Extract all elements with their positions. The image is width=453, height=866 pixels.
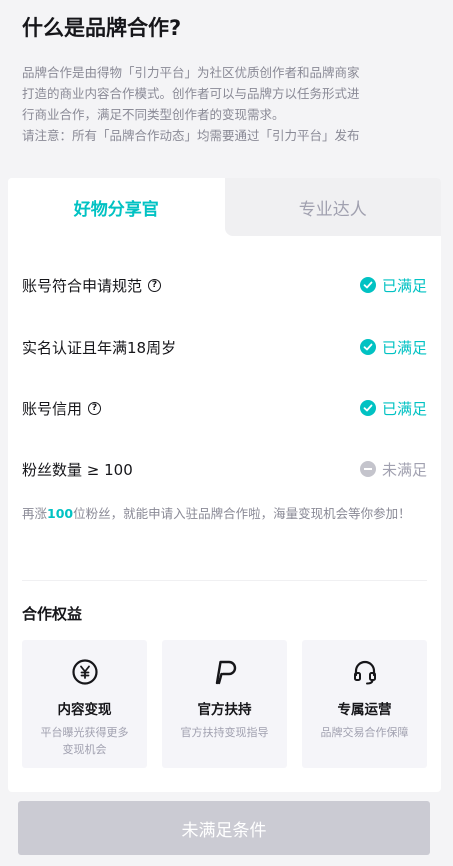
status-text: 已满足 (381, 399, 427, 418)
question-icon[interactable]: ? (88, 401, 102, 415)
check-circle-icon (359, 339, 376, 355)
requirement-fans-count: 粉丝数量 ≥ 100 未满足 (22, 455, 427, 483)
intro-text: 品牌合作是由得物「引力平台」为社区优质创作者和品牌商家 打造的商业内容合作模式。… (22, 62, 434, 146)
check-circle-icon (359, 400, 376, 416)
benefits-title: 合作权益 (22, 605, 83, 623)
status-text: 已满足 (381, 338, 427, 357)
requirement-label: 账号符合申请规范 (22, 276, 143, 295)
status-text: 未满足 (381, 460, 427, 479)
requirement-account-rules: 账号符合申请规范 ? 已满足 (22, 271, 427, 299)
benefits-list: 内容变现 平台曝光获得更多变现机会 官方扶持 官方扶持变现指导 专属运营 品牌交… (22, 640, 427, 768)
requirement-label: 粉丝数量 ≥ 100 (22, 460, 133, 479)
check-circle-icon (359, 277, 376, 293)
status-met: 已满足 (359, 337, 427, 358)
benefit-official-support: 官方扶持 官方扶持变现指导 (162, 640, 287, 768)
status-met: 已满足 (359, 398, 427, 419)
requirement-real-name: 实名认证且年满18周岁 已满足 (22, 333, 427, 361)
status-met: 已满足 (359, 275, 427, 296)
apply-button[interactable]: 未满足条件 (18, 801, 430, 855)
benefit-desc: 官方扶持变现指导 (180, 726, 269, 739)
divider (22, 580, 427, 581)
benefit-desc: 平台曝光获得更多变现机会 (40, 726, 129, 756)
minus-circle-icon (359, 461, 376, 477)
requirement-account-credit: 账号信用 ? 已满足 (22, 394, 427, 422)
cooperation-card: 好物分享官 专业达人 账号符合申请规范 ? 已满足 实名认证且年满18周岁 已满… (8, 178, 441, 792)
page-title: 什么是品牌合作? (22, 16, 182, 40)
tab-professional-creator[interactable]: 专业达人 (224, 178, 441, 236)
intro-line: 打造的商业内容合作模式。创作者可以与品牌方以任务形式进 (22, 86, 360, 101)
headset-icon (353, 660, 376, 685)
benefit-name: 专属运营 (337, 702, 392, 718)
benefit-name: 官方扶持 (197, 702, 252, 718)
benefit-content-monetization: 内容变现 平台曝光获得更多变现机会 (22, 640, 147, 768)
intro-line: 品牌合作是由得物「引力平台」为社区优质创作者和品牌商家 (22, 65, 360, 80)
tab-product-sharer[interactable]: 好物分享官 (8, 178, 225, 236)
requirement-label: 实名认证且年满18周岁 (22, 338, 177, 357)
intro-line: 行商业合作，满足不同类型创作者的变现需求。 (22, 107, 285, 122)
fans-tip: 再涨100位粉丝，就能申请入驻品牌合作啦，海量变现机会等你参加！ (22, 506, 411, 521)
tab-bar: 好物分享官 专业达人 (8, 178, 441, 236)
fans-needed-count: 100 (47, 506, 74, 521)
benefit-desc: 品牌交易合作保障 (320, 726, 409, 739)
status-unmet: 未满足 (359, 459, 427, 480)
yen-coin-icon (71, 659, 98, 685)
question-icon[interactable]: ? (148, 278, 162, 292)
status-text: 已满足 (381, 276, 427, 295)
benefit-name: 内容变现 (57, 702, 112, 718)
flag-p-icon (215, 660, 236, 685)
intro-line: 请注意：所有「品牌合作动态」均需要通过「引力平台」发布 (22, 128, 360, 143)
requirement-label: 账号信用 (22, 399, 83, 418)
benefit-dedicated-operation: 专属运营 品牌交易合作保障 (302, 640, 427, 768)
